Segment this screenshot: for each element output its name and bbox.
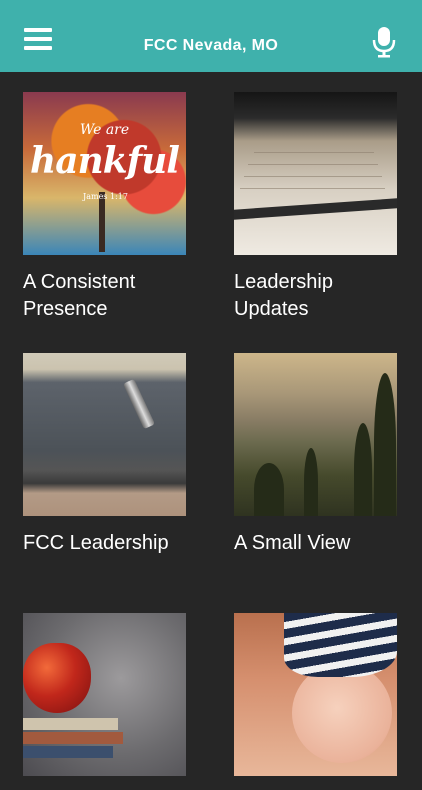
thankful-tree-image: We are hankful James 1:17 (23, 92, 186, 255)
card-leadership-updates[interactable]: Leadership Updates (234, 92, 397, 323)
card-apple-books[interactable] (23, 613, 186, 790)
mother-and-baby-image (234, 613, 397, 776)
card-label: A Consistent Presence (23, 271, 136, 320)
card-a-small-view[interactable]: A Small View (234, 353, 397, 557)
microphone-icon[interactable] (372, 26, 396, 58)
card-fcc-leadership[interactable]: FCC Leadership (23, 353, 186, 557)
handwritten-notes-image (234, 92, 397, 255)
apple-on-books-image (23, 613, 186, 776)
page-title: FCC Nevada, MO (143, 37, 279, 54)
landscape-valley-image (234, 353, 397, 516)
card-a-consistent-presence[interactable]: We are hankful James 1:17 A Consistent P… (23, 92, 186, 323)
card-mother-baby[interactable] (234, 613, 397, 790)
app-header: FCC Nevada, MO (0, 0, 422, 72)
card-label: A Small View (234, 532, 351, 554)
pen-on-notebook-image (23, 353, 186, 516)
card-label: Leadership Updates (234, 271, 333, 320)
card-label: FCC Leadership (23, 532, 169, 554)
